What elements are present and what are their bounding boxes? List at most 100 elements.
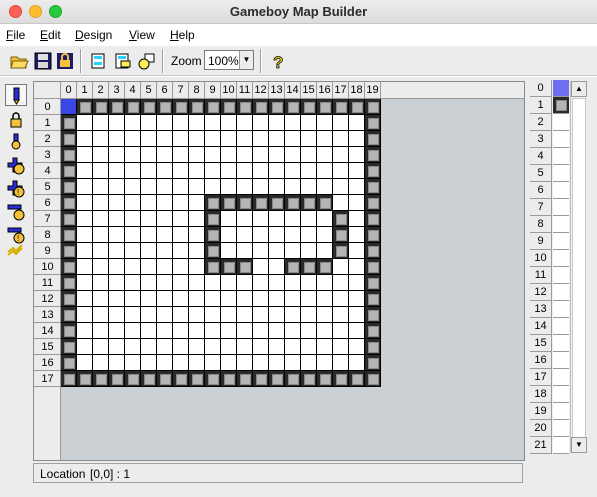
map-cell[interactable]: [93, 163, 109, 179]
map-cell[interactable]: [237, 179, 253, 195]
map-cell-wall[interactable]: [61, 179, 77, 195]
map-cell[interactable]: [141, 115, 157, 131]
map-cell[interactable]: [349, 179, 365, 195]
map-cell[interactable]: [237, 147, 253, 163]
map-cell[interactable]: [237, 355, 253, 371]
tile-swatch[interactable]: [553, 301, 569, 318]
map-cell[interactable]: [157, 115, 173, 131]
map-cell[interactable]: [269, 339, 285, 355]
tile-swatch[interactable]: [553, 267, 569, 284]
map-cell[interactable]: [285, 291, 301, 307]
map-cell[interactable]: [189, 259, 205, 275]
map-cell[interactable]: [157, 195, 173, 211]
map-cell[interactable]: [141, 355, 157, 371]
map-cell[interactable]: [157, 339, 173, 355]
tile-swatch[interactable]: [553, 148, 569, 165]
map-cell[interactable]: [205, 275, 221, 291]
map-cell[interactable]: [205, 147, 221, 163]
map-cell[interactable]: [125, 275, 141, 291]
map-cell-wall[interactable]: [237, 99, 253, 115]
map-cell[interactable]: [141, 339, 157, 355]
map-cell[interactable]: [253, 243, 269, 259]
map-cell[interactable]: [317, 275, 333, 291]
map-cell[interactable]: [173, 163, 189, 179]
map-cell[interactable]: [109, 307, 125, 323]
map-cell[interactable]: [253, 131, 269, 147]
map-cell[interactable]: [253, 307, 269, 323]
map-cell[interactable]: [205, 307, 221, 323]
map-cell[interactable]: [317, 227, 333, 243]
map-cell[interactable]: [285, 227, 301, 243]
map-cell[interactable]: [301, 131, 317, 147]
map-cell[interactable]: [253, 275, 269, 291]
map-cell[interactable]: [317, 163, 333, 179]
map-cell[interactable]: [189, 339, 205, 355]
map-cell[interactable]: [349, 323, 365, 339]
map-cell[interactable]: [349, 163, 365, 179]
map-cell-wall[interactable]: [317, 195, 333, 211]
map-cell-wall[interactable]: [285, 371, 301, 387]
map-cell-wall[interactable]: [61, 195, 77, 211]
map-cell[interactable]: [317, 339, 333, 355]
map-cell[interactable]: [93, 179, 109, 195]
map-cell[interactable]: [349, 131, 365, 147]
map-cell[interactable]: [317, 211, 333, 227]
map-cell[interactable]: [205, 323, 221, 339]
map-cell[interactable]: [269, 147, 285, 163]
map-cell[interactable]: [125, 131, 141, 147]
lock-fill-icon[interactable]: [5, 109, 27, 131]
map-cell[interactable]: [93, 291, 109, 307]
map-cell[interactable]: [253, 179, 269, 195]
scroll-down-icon[interactable]: ▼: [571, 437, 587, 453]
map-cell[interactable]: [189, 307, 205, 323]
map-cell-wall[interactable]: [365, 227, 381, 243]
map-cell[interactable]: [317, 243, 333, 259]
copy-map-icon[interactable]: [113, 51, 133, 71]
map-cell[interactable]: [253, 147, 269, 163]
open-icon[interactable]: [9, 51, 29, 71]
map-cell[interactable]: [317, 179, 333, 195]
map-cell[interactable]: [125, 339, 141, 355]
map-cell[interactable]: [77, 259, 93, 275]
map-cell[interactable]: [77, 211, 93, 227]
map-cell-wall[interactable]: [61, 339, 77, 355]
map-cell[interactable]: [173, 115, 189, 131]
map-cell-wall[interactable]: [61, 243, 77, 259]
map-cell[interactable]: [77, 307, 93, 323]
tile-swatch[interactable]: [553, 403, 569, 420]
map-cell-wall[interactable]: [365, 291, 381, 307]
map-cell[interactable]: [269, 275, 285, 291]
bulb-icon[interactable]: [5, 131, 27, 153]
map-cell[interactable]: [125, 259, 141, 275]
map-cell[interactable]: [173, 323, 189, 339]
map-cell[interactable]: [253, 227, 269, 243]
map-cell[interactable]: [109, 147, 125, 163]
map-cell[interactable]: [125, 211, 141, 227]
map-cell[interactable]: [141, 259, 157, 275]
map-cell-wall[interactable]: [285, 99, 301, 115]
map-cell[interactable]: [221, 355, 237, 371]
map-cell-wall[interactable]: [237, 195, 253, 211]
map-cell[interactable]: [109, 211, 125, 227]
map-cell[interactable]: [109, 195, 125, 211]
scroll-up-icon[interactable]: ▲: [571, 81, 587, 97]
zoom-select[interactable]: 100% ▼: [204, 50, 254, 70]
map-cell-wall[interactable]: [205, 259, 221, 275]
map-cell-wall[interactable]: [221, 259, 237, 275]
map-cell[interactable]: [301, 115, 317, 131]
map-cell[interactable]: [205, 355, 221, 371]
map-cell-wall[interactable]: [61, 211, 77, 227]
pencil-icon[interactable]: [5, 84, 27, 106]
map-cell[interactable]: [285, 211, 301, 227]
map-cell[interactable]: [221, 307, 237, 323]
map-cell[interactable]: [141, 291, 157, 307]
map-cell[interactable]: [125, 355, 141, 371]
map-cell-wall[interactable]: [61, 163, 77, 179]
menu-edit[interactable]: Edit: [40, 28, 61, 42]
map-cell-wall[interactable]: [189, 371, 205, 387]
map-cell[interactable]: [93, 115, 109, 131]
map-cell[interactable]: [205, 131, 221, 147]
map-cell[interactable]: [109, 291, 125, 307]
map-cell[interactable]: [349, 211, 365, 227]
map-cell-wall[interactable]: [189, 99, 205, 115]
